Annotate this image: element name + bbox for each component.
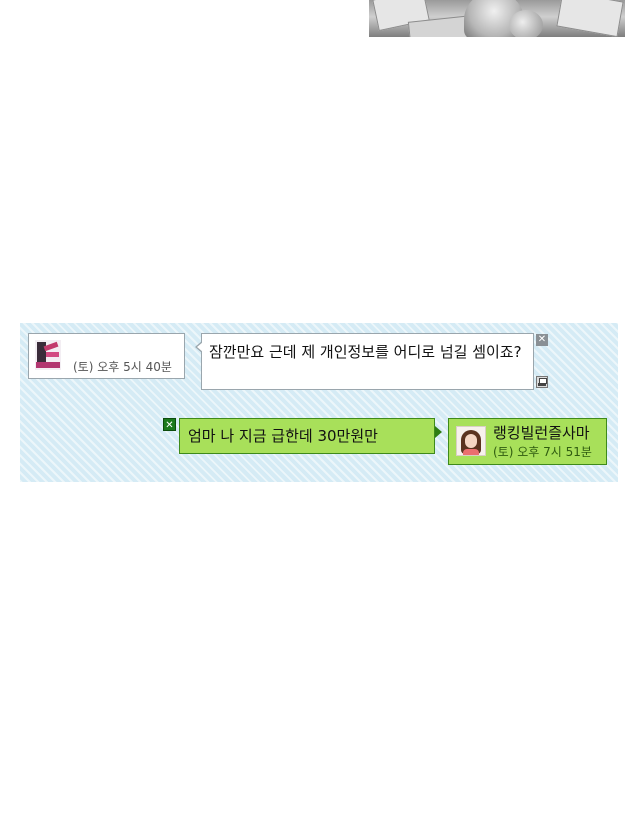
chat-panel: (토) 오후 5시 40분 잠깐만요 근데 제 개인정보를 어디로 넘길 셈이죠…: [20, 323, 618, 482]
incoming-timestamp: (토) 오후 5시 40분: [73, 360, 172, 374]
outgoing-message-text: 엄마 나 지금 급한데 30만원만: [188, 427, 378, 445]
sender-name[interactable]: 랭킹빌런즐사마: [493, 422, 590, 443]
incoming-message-bubble: 잠깐만요 근데 제 개인정보를 어디로 넘길 셈이죠?: [195, 333, 534, 390]
bubble-tail-inner: [197, 342, 203, 352]
outgoing-message-bubble: 엄마 나 지금 급한데 30만원만: [179, 418, 442, 454]
outgoing-avatar[interactable]: [456, 426, 486, 456]
bubble-tail: [435, 426, 442, 438]
top-photo: [369, 0, 625, 37]
incoming-message-text: 잠깐만요 근데 제 개인정보를 어디로 넘길 셈이죠?: [209, 343, 522, 361]
outgoing-sender-card[interactable]: 랭킹빌런즐사마 (토) 오후 7시 51분: [448, 418, 607, 465]
printer-icon[interactable]: [536, 376, 548, 388]
outgoing-timestamp: (토) 오후 7시 51분: [493, 445, 592, 459]
close-icon[interactable]: ✕: [163, 418, 176, 431]
incoming-sender-card[interactable]: (토) 오후 5시 40분: [28, 333, 185, 379]
photo-fold: [556, 0, 624, 37]
photo-figure: [509, 10, 543, 37]
close-icon[interactable]: ✕: [536, 334, 548, 346]
incoming-avatar[interactable]: [35, 340, 61, 370]
